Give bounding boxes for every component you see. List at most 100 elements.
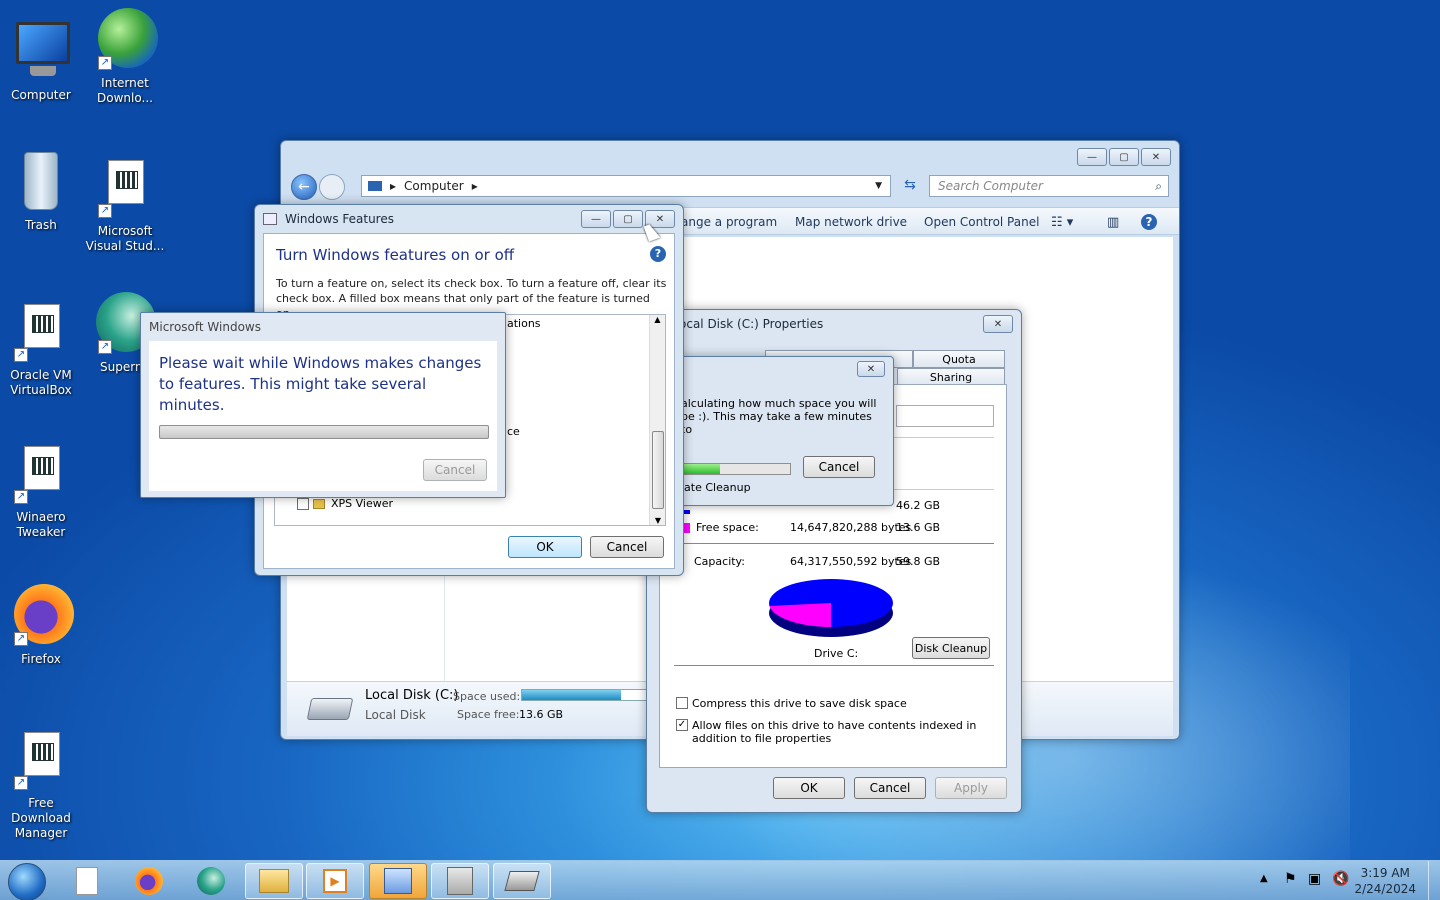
trash-icon — [12, 150, 70, 212]
desktop-icon-label: Firefox — [21, 652, 61, 666]
document-icon — [76, 867, 98, 895]
chevron-down-icon[interactable]: ▼ — [875, 181, 882, 191]
close-icon[interactable]: ✕ — [1141, 148, 1171, 166]
minimize-icon[interactable]: — — [581, 210, 611, 228]
minimize-icon[interactable]: — — [1077, 148, 1107, 166]
taskbar-properties[interactable] — [431, 863, 489, 899]
capacity-bytes: 64,317,550,592 bytes — [790, 555, 912, 568]
maximize-icon[interactable]: ▢ — [1109, 148, 1139, 166]
map-network-drive-command[interactable]: Map network drive — [795, 215, 907, 229]
xps-viewer-label: XPS Viewer — [331, 497, 394, 510]
free-space-row: Free space: — [680, 521, 759, 534]
desktop-icon-firefox[interactable]: ↗ Firefox — [0, 584, 82, 667]
desktop-icon-winaero[interactable]: ↗ Winaero Tweaker — [0, 442, 82, 540]
document-icon: ↗ — [12, 728, 70, 790]
disk-cleanup-button[interactable]: Disk Cleanup — [912, 637, 990, 659]
start-button[interactable] — [8, 863, 46, 900]
taskbar-explorer[interactable] — [245, 863, 303, 899]
space-used-bar-fill — [522, 690, 621, 700]
close-icon[interactable]: ✕ — [857, 361, 885, 377]
tray-chevron-icon[interactable]: ▲ — [1260, 873, 1268, 884]
desktop-icon-internet-download[interactable]: ↗ Internet Downlo... — [84, 8, 166, 106]
disk-cleanup-icon — [504, 871, 540, 891]
desktop-icon-label: Oracle VM VirtualBox — [10, 368, 72, 397]
desktop-icon-virtualbox[interactable]: ↗ Oracle VM VirtualBox — [0, 300, 82, 398]
help-icon[interactable]: ? — [650, 246, 666, 262]
features-title: Windows Features — [285, 212, 394, 226]
space-free-label: Space free: — [457, 708, 520, 721]
props-cancel-button[interactable]: Cancel — [854, 777, 926, 799]
preview-pane-icon[interactable]: ▥ — [1107, 215, 1119, 230]
compress-checkbox[interactable] — [676, 697, 688, 709]
taskbar-media-player[interactable]: ▶ — [306, 863, 364, 899]
drive-c-label: Drive C: — [814, 647, 859, 660]
tree-item-xps-viewer[interactable]: XPS Viewer — [297, 497, 393, 510]
tree-scrollbar[interactable]: ▲ ▼ — [649, 315, 665, 525]
scroll-down-icon[interactable]: ▼ — [650, 516, 665, 525]
view-options-icon[interactable]: ☷ ▾ — [1051, 215, 1073, 230]
taskbar-disk-cleanup[interactable] — [493, 863, 551, 899]
taskbar-windows-features[interactable] — [369, 863, 427, 899]
mswin-cancel-button[interactable]: Cancel — [423, 459, 487, 481]
props-apply-button[interactable]: Apply — [935, 777, 1007, 799]
breadcrumb-computer[interactable]: Computer — [404, 179, 464, 193]
capacity-gb: 59.8 GB — [896, 555, 941, 568]
taskbar: ▶ ▲ ⚑ ▣ 🔇 3:19 AM 2/24/2024 — [0, 860, 1440, 900]
cleanup-progress-bar — [681, 463, 791, 475]
tree-item-fragment: ations — [507, 317, 541, 330]
scroll-thumb[interactable] — [652, 431, 664, 509]
compress-label: Compress this drive to save disk space — [692, 697, 907, 710]
used-space-gb: 46.2 GB — [896, 499, 941, 512]
desktop-icon-label: Microsoft Visual Stud... — [85, 224, 165, 253]
desktop-icon-trash[interactable]: Trash — [0, 150, 82, 233]
desktop-icon-label: Winaero Tweaker — [16, 510, 66, 539]
space-used-bar — [521, 689, 651, 701]
scroll-up-icon[interactable]: ▲ — [650, 315, 665, 324]
features-icon — [384, 868, 412, 894]
desktop-icon-visual-studio[interactable]: ↗ Microsoft Visual Stud... — [84, 156, 166, 254]
close-icon[interactable]: ✕ — [983, 315, 1013, 333]
features-titlebar: Windows Features — ▢ ✕ — [255, 205, 683, 233]
clock[interactable]: 3:19 AM 2/24/2024 — [1354, 865, 1416, 897]
drive-icon — [306, 698, 354, 720]
search-input[interactable]: Search Computer ⌕ — [929, 175, 1169, 197]
help-icon[interactable]: ? — [1141, 214, 1157, 230]
mswin-titlebar: Microsoft Windows — [141, 313, 505, 341]
taskbar-firefox[interactable] — [120, 863, 178, 899]
xps-viewer-checkbox[interactable] — [297, 497, 309, 510]
document-icon: ↗ — [12, 300, 70, 362]
features-ok-button[interactable]: OK — [508, 536, 582, 558]
uninstall-program-command[interactable]: ange a program — [681, 215, 777, 229]
folder-icon — [313, 498, 325, 509]
cleanup-progress-fill — [682, 464, 720, 474]
desktop-icon-free-download-manager[interactable]: ↗ Free Download Manager — [0, 728, 82, 841]
index-checkbox[interactable]: ✓ — [676, 719, 688, 731]
divider — [674, 543, 994, 544]
free-space-gb: 13.6 GB — [896, 521, 941, 534]
maximize-icon[interactable]: ▢ — [613, 210, 643, 228]
clock-time: 3:19 AM — [1360, 866, 1410, 880]
download-manager-icon: ↗ — [96, 8, 158, 70]
taskbar-supermium[interactable] — [182, 863, 240, 899]
network-icon[interactable]: ▣ — [1308, 871, 1321, 887]
computer-icon — [12, 20, 70, 82]
properties-title: ocal Disk (C:) Properties — [679, 317, 824, 331]
features-cancel-button[interactable]: Cancel — [590, 536, 664, 558]
volume-muted-icon[interactable]: 🔇 — [1332, 871, 1349, 887]
drive-label-input[interactable] — [896, 405, 994, 427]
action-center-flag-icon[interactable]: ⚑ — [1284, 871, 1297, 887]
cleanup-cancel-button[interactable]: Cancel — [803, 456, 875, 478]
show-desktop-button[interactable] — [1428, 861, 1440, 900]
props-ok-button[interactable]: OK — [773, 777, 845, 799]
back-arrow-icon[interactable]: ← — [291, 174, 317, 200]
refresh-icon[interactable]: ⇆ — [899, 177, 921, 195]
forward-arrow-icon[interactable] — [319, 174, 345, 200]
tab-quota[interactable]: Quota — [913, 350, 1005, 368]
open-control-panel-command[interactable]: Open Control Panel — [924, 215, 1039, 229]
desktop-icon-computer[interactable]: Computer — [0, 20, 82, 103]
properties-icon — [447, 867, 473, 895]
features-app-icon — [263, 213, 277, 225]
taskbar-document[interactable] — [58, 863, 116, 899]
breadcrumb-chevron-icon[interactable]: ▸ — [472, 179, 478, 193]
address-bar[interactable]: ▸ Computer ▸ ▼ — [361, 175, 891, 197]
